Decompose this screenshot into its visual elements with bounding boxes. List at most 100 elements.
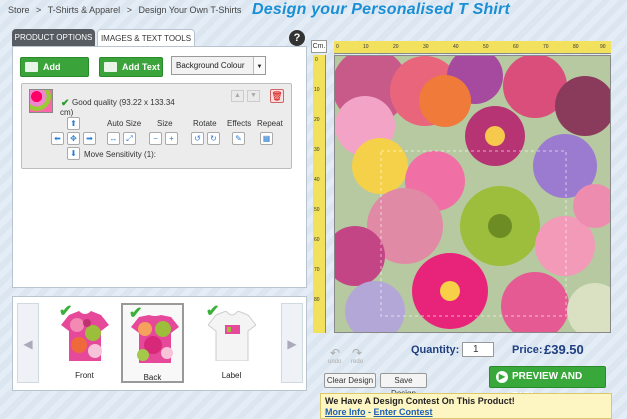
contest-banner: We Have A Design Contest On This Product… (320, 393, 612, 419)
contest-title: We Have A Design Contest On This Product… (325, 396, 515, 406)
enter-contest-link[interactable]: Enter Contest (374, 407, 433, 417)
ruler-tick: 0 (315, 57, 318, 63)
ruler-tick: 70 (543, 44, 549, 50)
ruler-tick: 0 (336, 44, 339, 50)
breadcrumb-store[interactable]: Store (8, 5, 30, 15)
ruler-tick: 70 (314, 267, 320, 273)
layer-thumbnail (29, 89, 53, 113)
ruler-tick: 80 (573, 44, 579, 50)
tools-panel: Add Image Add Text Background Colour ▼ ✔… (12, 46, 307, 288)
delete-icon[interactable]: 🗑 (270, 89, 284, 103)
tab-images-text-tools[interactable]: IMAGES & TEXT TOOLS (97, 29, 195, 46)
view-front-label: Front (75, 371, 94, 380)
contest-separator: - (365, 407, 374, 417)
ruler-tick: 90 (600, 44, 606, 50)
ruler-top: 0 10 20 30 40 50 60 70 80 90 (334, 41, 611, 54)
ruler-tick: 60 (314, 237, 320, 243)
move-left-arrow-icon[interactable]: ⬅ (51, 132, 64, 145)
move-sensitivity-suffix: ): (151, 150, 157, 159)
text-icon (104, 62, 117, 72)
layer-item[interactable]: ✔ Good quality (93.22 x 133.34 cm) ▲ ▼ 🗑… (21, 83, 292, 169)
ruler-tick: 60 (513, 44, 519, 50)
view-label[interactable]: ✔ Label (200, 303, 263, 383)
move-sensitivity[interactable]: Move Sensitivity (1): (84, 150, 156, 159)
breadcrumb: Store > T-Shirts & Apparel > Design Your… (8, 5, 245, 15)
background-colour-select[interactable]: Background Colour ▼ (171, 56, 266, 75)
contest-links: More Info - Enter Contest (325, 407, 433, 417)
quantity-label: Quantity: (411, 344, 460, 356)
check-icon: ✔ (129, 305, 143, 322)
view-back-label: Back (143, 373, 162, 382)
ruler-tick: 50 (314, 207, 320, 213)
chevron-down-icon: ▼ (253, 57, 265, 74)
preview-and-buy-button[interactable]: ▶ PREVIEW AND BUY (489, 366, 606, 402)
save-design-button[interactable]: Save Design (380, 373, 427, 398)
ruler-tick: 20 (314, 117, 320, 123)
effects-label: Effects (227, 119, 252, 128)
move-down-arrow-icon[interactable]: ⬇ (67, 147, 80, 160)
move-up-arrow-icon[interactable]: ⬆ (67, 117, 80, 130)
ruler-left: 0 10 20 30 40 50 60 70 80 (313, 55, 326, 333)
breadcrumb-sep: > (126, 5, 132, 15)
price-label: Price: (512, 344, 543, 356)
move-sensitivity-label: Move Sensitivity ( (84, 150, 147, 159)
chevron-left-icon[interactable]: ◀ (17, 303, 39, 383)
price-value: £39.50 (544, 342, 584, 357)
ruler-tick: 50 (483, 44, 489, 50)
design-canvas[interactable] (334, 55, 611, 333)
help-icon[interactable]: ? (289, 30, 305, 46)
zoom-in-icon[interactable]: + (165, 132, 178, 145)
ruler-tick: 10 (363, 44, 369, 50)
redo-icon[interactable]: ↷ (352, 346, 362, 360)
image-icon (25, 62, 38, 72)
ruler-tick: 40 (314, 177, 320, 183)
add-text-label: Add Text (122, 62, 160, 72)
rotate-right-icon[interactable]: ↻ (207, 132, 220, 145)
rotate-label: Rotate (193, 119, 217, 128)
ruler-tick: 20 (393, 44, 399, 50)
quantity-input[interactable]: 1 (462, 342, 494, 357)
breadcrumb-sep: > (36, 5, 42, 15)
rotate-left-icon[interactable]: ↺ (191, 132, 204, 145)
zoom-out-icon[interactable]: − (149, 132, 162, 145)
repeat-grid-icon[interactable]: ▦ (260, 132, 273, 145)
fit-width-icon[interactable]: ↔ (107, 132, 120, 145)
repeat-label: Repeat (257, 119, 283, 128)
redo-label: redo (351, 359, 364, 365)
tab-product-options[interactable]: PRODUCT OPTIONS (12, 29, 95, 46)
ruler-tick: 30 (314, 147, 320, 153)
view-back[interactable]: ✔ Back (121, 303, 184, 383)
add-text-button[interactable]: Add Text (99, 57, 163, 77)
play-icon: ▶ (496, 371, 508, 383)
move-right-arrow-icon[interactable]: ➡ (83, 132, 96, 145)
flower-collage-image (335, 56, 610, 332)
more-info-link[interactable]: More Info (325, 407, 366, 417)
ruler-tick: 10 (314, 87, 320, 93)
background-colour-value: Background Colour (176, 61, 245, 70)
move-up-icon[interactable]: ▲ (231, 90, 244, 102)
ruler-unit: Cm. (311, 40, 327, 53)
clear-design-button[interactable]: Clear Design (324, 373, 376, 388)
ruler-tick: 80 (314, 297, 320, 303)
move-down-icon[interactable]: ▼ (247, 90, 260, 102)
check-icon: ✔ (59, 303, 73, 320)
size-label: Size (157, 119, 173, 128)
chevron-right-icon[interactable]: ▶ (281, 303, 303, 383)
magic-wand-icon[interactable]: ✎ (232, 132, 245, 145)
center-icon[interactable]: ✥ (67, 132, 80, 145)
breadcrumb-current[interactable]: Design Your Own T-Shirts (138, 5, 241, 15)
undo-icon[interactable]: ↶ (330, 346, 340, 360)
add-image-button[interactable]: Add Image (20, 57, 89, 90)
view-front[interactable]: ✔ Front (53, 303, 116, 383)
ruler-tick: 40 (453, 44, 459, 50)
view-selector: ◀ ✔ Front ✔ Back ✔ Label ▶ (12, 296, 307, 391)
view-label-label: Label (221, 371, 242, 380)
undo-label: undo (328, 359, 342, 365)
auto-size-label: Auto Size (107, 119, 142, 128)
fit-all-icon[interactable]: ⤢ (123, 132, 136, 145)
page-title: Design your Personalised T Shirt (252, 1, 511, 18)
quality-text: Good quality (93.22 x 133.34 cm) (60, 98, 175, 117)
check-icon: ✔ (206, 303, 220, 320)
breadcrumb-tshirts[interactable]: T-Shirts & Apparel (48, 5, 121, 15)
ruler-tick: 30 (423, 44, 429, 50)
